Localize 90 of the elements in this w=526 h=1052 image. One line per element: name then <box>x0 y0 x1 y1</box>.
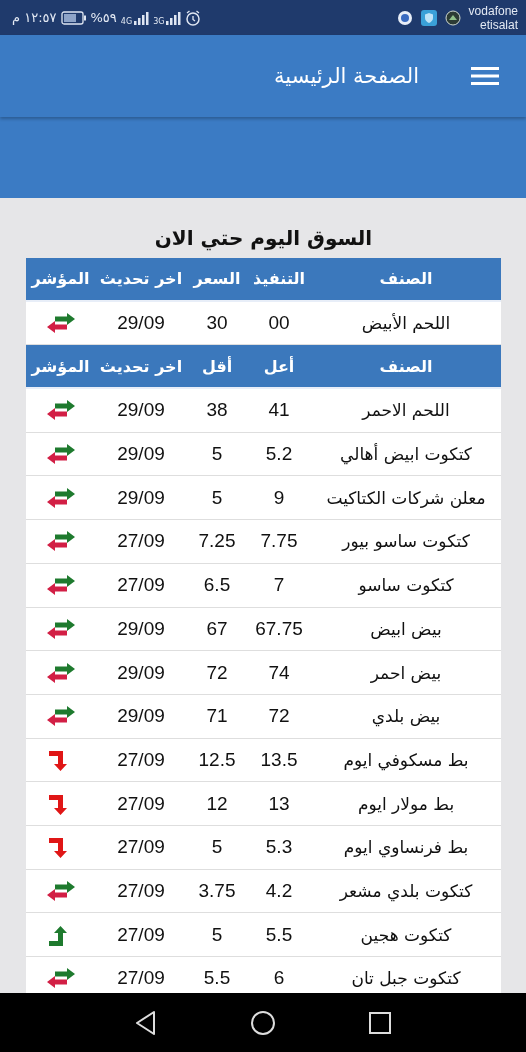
table-cell-text: اللحم الأبيض <box>360 313 452 334</box>
table-cell-text: بط مولار ايوم <box>356 793 456 814</box>
table-cell-text: 5.5 <box>264 923 294 946</box>
table-cell-text: 5.3 <box>264 836 294 859</box>
table-cell-text: 6.5 <box>202 574 232 597</box>
table-cell-text: 27/09 <box>116 879 166 902</box>
table-cell-text: بط فرنساوي ايوم <box>342 837 470 858</box>
table-cell-text: كتكوت ساسو <box>356 575 455 596</box>
table-cell-text: كتكوت ساسو بيور <box>340 531 471 552</box>
table-cell-text: 5 <box>210 923 224 946</box>
home-icon <box>250 1009 276 1036</box>
table-cell-text: 67.75 <box>254 617 304 640</box>
table-cell-text: 5 <box>210 836 224 859</box>
table-cell-text: 5.2 <box>264 443 294 466</box>
column-header: التنفيذ <box>252 269 306 289</box>
section-heading: السوق اليوم حتي الان <box>153 226 374 250</box>
page-title: الصفحة الرئيسية <box>274 64 419 88</box>
signal-icon <box>133 10 150 25</box>
table-cell-text: 71 <box>205 705 229 728</box>
recents-icon <box>368 1010 392 1035</box>
menu-icon <box>471 66 499 86</box>
column-header: السعر <box>191 269 242 289</box>
column-header: أقل <box>200 356 234 376</box>
table-cell-text: 13.5 <box>259 748 299 771</box>
table-cell-text: 38 <box>205 399 229 422</box>
table-cell-text: 27/09 <box>116 836 166 859</box>
table-cell-text: 27/09 <box>116 923 166 946</box>
table-cell-text: 29/09 <box>116 617 166 640</box>
table-cell-text: 41 <box>267 399 291 422</box>
table-cell-text: كتكوت ابيض أهالي <box>339 444 473 465</box>
battery-percent: %٥٩ <box>90 10 117 25</box>
table-cell-text: 00 <box>267 312 291 335</box>
battery-icon <box>60 10 87 25</box>
table-cell-text: 7 <box>272 574 286 597</box>
shield-icon <box>420 9 437 26</box>
table-cell-text: 27/09 <box>116 530 166 553</box>
column-header: الصنف <box>378 269 434 289</box>
table-cell-text: بيض احمر <box>369 662 443 683</box>
table-cell-text: بيض بلدي <box>370 706 442 727</box>
table-cell-text: 6 <box>272 967 286 990</box>
table-cell-text: 29/09 <box>116 312 166 335</box>
table-cell-text: 13 <box>267 792 291 815</box>
table-cell-text: 29/09 <box>116 486 166 509</box>
table-cell-text: 5 <box>210 443 224 466</box>
carrier-name: etisalat <box>479 17 518 32</box>
table-cell-text: 27/09 <box>116 967 166 990</box>
table-cell-text: 74 <box>267 661 291 684</box>
column-header: أعل <box>262 356 296 376</box>
table-cell-text: 7.75 <box>259 530 299 553</box>
table-cell-text: 12 <box>205 792 229 815</box>
table-cell-text: 29/09 <box>116 399 166 422</box>
table-cell-text: 27/09 <box>116 792 166 815</box>
table-cell-text: كتكوت جبل تان <box>350 968 462 989</box>
table-cell-text: 72 <box>205 661 229 684</box>
menu-button[interactable] <box>471 66 499 86</box>
table-cell-text: 27/09 <box>116 748 166 771</box>
table-cell-text: 12.5 <box>197 748 237 771</box>
table-cell-text: 5 <box>210 486 224 509</box>
column-header: اخر تحديث <box>98 269 184 289</box>
table-cell-text: كتكوت هجين <box>359 924 453 945</box>
table-cell-text: 9 <box>272 486 286 509</box>
table-cell-text: 4.2 <box>264 879 294 902</box>
table-cell-text: معلن شركات الكتاكيت <box>325 487 487 508</box>
network-type: 4G <box>120 17 133 26</box>
column-header: اخر تحديث <box>98 356 184 376</box>
table-cell-text: 30 <box>205 312 229 335</box>
table-cell-text: 29/09 <box>116 661 166 684</box>
table-cell-text: بيض ابيض <box>369 618 443 639</box>
carrier-name: vodafone <box>468 3 518 18</box>
table-cell-text: 27/09 <box>116 574 166 597</box>
app-icon <box>396 9 413 26</box>
column-header: المؤشر <box>29 269 91 289</box>
signal-icon <box>165 10 182 25</box>
table-cell-text: 29/09 <box>116 705 166 728</box>
column-header: المؤشر <box>29 356 91 376</box>
table-cell-text: 7.25 <box>197 530 237 553</box>
app-icon <box>444 9 461 26</box>
table-cell-text: 3.75 <box>197 879 237 902</box>
alarm-clock-icon <box>185 9 202 26</box>
table-cell-text: اللحم الاحمر <box>360 400 451 421</box>
network-type: 3G <box>153 17 165 26</box>
table-cell-text: 72 <box>267 705 291 728</box>
table-cell-text: بط مسكوفي ايوم <box>342 749 470 770</box>
back-icon <box>134 1009 158 1036</box>
table-cell-text: 5.5 <box>202 967 232 990</box>
table-cell-text: كتكوت بلدي مشعر <box>338 880 474 901</box>
table-cell-text: 67 <box>205 617 229 640</box>
table-cell-text: 29/09 <box>116 443 166 466</box>
clock-time: ١٢:٥٧ م <box>12 10 57 25</box>
column-header: الصنف <box>378 356 434 376</box>
